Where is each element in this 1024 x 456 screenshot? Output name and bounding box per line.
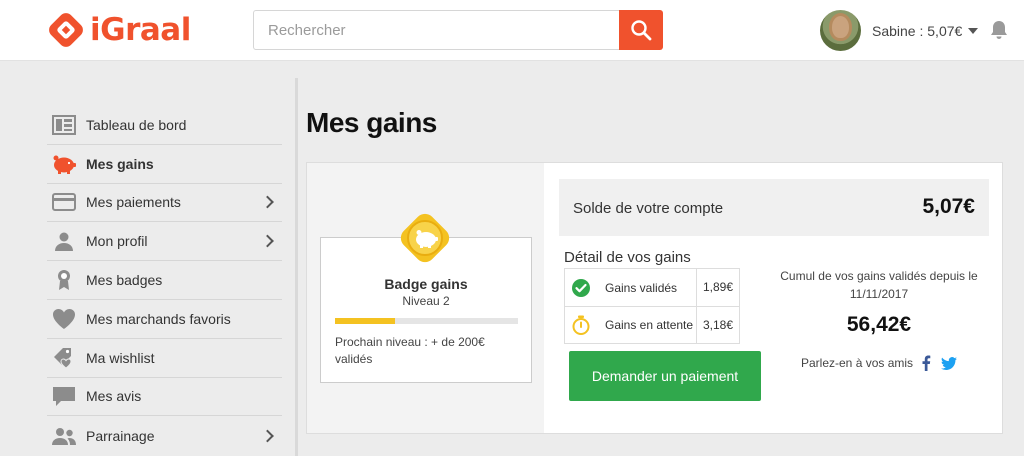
sidebar-item-tableau-de-bord[interactable]: Tableau de bord	[47, 106, 282, 145]
gold-piggy-badge-icon	[400, 213, 450, 263]
validated-earnings-label: Gains validés	[605, 280, 678, 295]
sidebar-item-label: Mes paiements	[86, 194, 181, 211]
badge-title: Badge gains	[384, 276, 468, 292]
search-button[interactable]	[619, 10, 663, 50]
chevron-right-icon	[261, 429, 274, 443]
earnings-detail-table: Gains validés 1,89€ Gains en attente 3,1…	[564, 268, 740, 344]
user-icon	[51, 230, 77, 252]
page-title: Mes gains	[306, 107, 437, 138]
validated-earnings-value: 1,89€	[695, 269, 733, 306]
user-menu[interactable]: Sabine : 5,07€	[820, 10, 979, 51]
account-balance: Solde de votre compte 5,07€	[559, 179, 989, 236]
badge-icon	[51, 269, 77, 291]
detail-title: Détail de vos gains	[564, 249, 691, 266]
comment-icon	[51, 385, 77, 407]
badge-level: Niveau 2	[402, 294, 450, 308]
sidebar-item-mes-avis[interactable]: Mes avis	[47, 378, 282, 417]
referral-icon	[51, 425, 77, 447]
sidebar: Tableau de bord Mes gains Mes paiements …	[0, 78, 298, 456]
sidebar-item-mes-badges[interactable]: Mes badges	[47, 261, 282, 300]
sidebar-item-label: Mes avis	[86, 388, 142, 405]
pending-earnings-value: 3,18€	[695, 307, 733, 344]
sidebar-nav: Tableau de bord Mes gains Mes paiements …	[47, 106, 282, 455]
share-section: Parlez-en à vos amis	[801, 353, 958, 373]
wishlist-tag-icon	[51, 347, 77, 369]
earnings-card: Badge gains Niveau 2 Prochain niveau : +…	[306, 162, 1003, 434]
pending-earnings-label: Gains en attente	[605, 318, 694, 332]
sidebar-item-mes-gains[interactable]: Mes gains	[47, 145, 282, 184]
search-bar	[253, 10, 663, 50]
share-text: Parlez-en à vos amis	[801, 356, 914, 370]
piggy-bank-icon	[51, 153, 77, 175]
sidebar-item-parrainage[interactable]: Parrainage	[47, 416, 282, 455]
user-balance-label: Sabine : 5,07€	[872, 22, 963, 39]
chevron-right-icon	[261, 234, 274, 248]
badge-progress-fill	[335, 318, 396, 324]
sidebar-item-label: Tableau de bord	[86, 116, 187, 133]
logo-text: iGraal	[90, 12, 191, 48]
stopwatch-icon	[572, 315, 590, 335]
table-row: Gains en attente 3,18€	[565, 306, 739, 344]
sidebar-item-mes-marchands-favoris[interactable]: Mes marchands favoris	[47, 300, 282, 339]
igraal-logo-icon	[49, 13, 83, 47]
igraal-logo[interactable]: iGraal	[46, 10, 191, 50]
bell-icon[interactable]	[990, 20, 1008, 40]
badge-panel: Badge gains Niveau 2 Prochain niveau : +…	[307, 163, 544, 433]
request-payment-button[interactable]: Demander un paiement	[569, 351, 761, 401]
table-row: Gains validés 1,89€	[565, 269, 739, 306]
sidebar-item-mes-paiements[interactable]: Mes paiements	[47, 184, 282, 223]
chevron-down-icon	[968, 27, 979, 34]
cumulative-earnings-value: 56,42€	[846, 313, 912, 336]
sidebar-item-label: Ma wishlist	[86, 349, 155, 366]
sidebar-item-mon-profil[interactable]: Mon profil	[47, 222, 282, 262]
dashboard-icon	[51, 114, 77, 136]
balance-label: Solde de votre compte	[573, 200, 724, 217]
check-circle-icon	[572, 278, 590, 297]
sidebar-item-ma-wishlist[interactable]: Ma wishlist	[47, 339, 282, 378]
sidebar-item-label: Parrainage	[86, 427, 155, 444]
sidebar-item-label: Mes badges	[86, 272, 163, 289]
credit-card-icon	[51, 191, 77, 213]
facebook-icon[interactable]	[921, 355, 931, 371]
sidebar-item-label: Mon profil	[86, 233, 148, 250]
balance-value: 5,07€	[922, 195, 975, 218]
header: iGraal Sabine : 5,07€	[0, 0, 1024, 61]
chevron-right-icon	[261, 196, 274, 209]
sidebar-item-label: Mes gains	[86, 155, 154, 172]
sidebar-item-label: Mes marchands favoris	[86, 310, 231, 327]
cumulative-earnings-text: Cumul de vos gains validés depuis le 11/…	[780, 269, 978, 301]
twitter-icon[interactable]	[941, 356, 958, 370]
search-icon	[631, 20, 652, 41]
next-level-text: Prochain niveau : + de 200€ validés	[335, 335, 485, 366]
avatar[interactable]	[820, 10, 861, 51]
heart-icon	[51, 308, 77, 330]
search-input[interactable]	[253, 10, 620, 50]
badge-progress-bar	[335, 318, 518, 324]
